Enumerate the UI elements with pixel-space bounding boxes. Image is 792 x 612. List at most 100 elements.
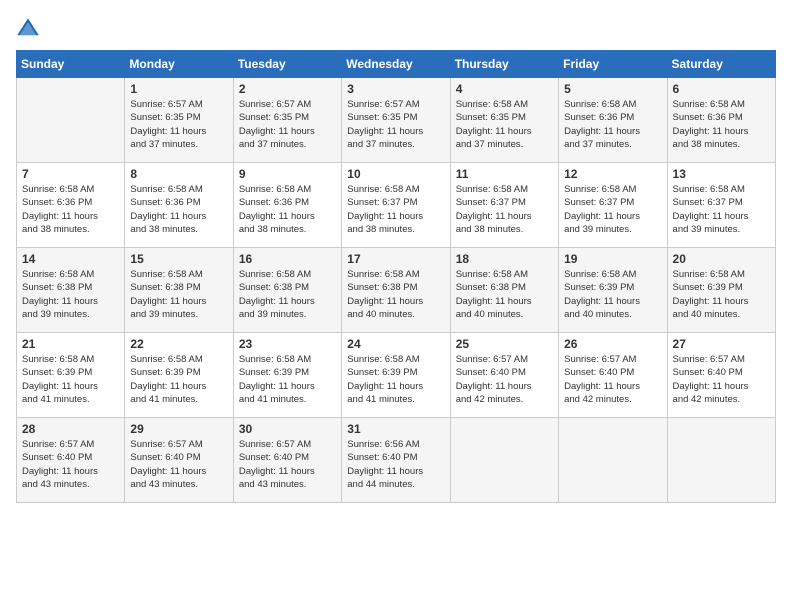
calendar-cell: 14 Sunrise: 6:58 AM Sunset: 6:38 PM Dayli… <box>17 248 125 333</box>
calendar-cell <box>667 418 775 503</box>
day-info: Sunrise: 6:57 AM Sunset: 6:35 PM Dayligh… <box>347 98 444 151</box>
day-number: 12 <box>564 167 661 181</box>
header-tuesday: Tuesday <box>233 51 341 78</box>
calendar-cell: 24Sunrise: 6:58 AM Sunset: 6:39 PM Dayli… <box>342 333 450 418</box>
calendar-week-1: 1 Sunrise: 6:57 AM Sunset: 6:35 PM Daylig… <box>17 78 776 163</box>
day-number: 26 <box>564 337 661 351</box>
day-number: 9 <box>239 167 336 181</box>
calendar-cell: 2Sunrise: 6:57 AM Sunset: 6:35 PM Daylig… <box>233 78 341 163</box>
calendar-cell: 22 Sunrise: 6:58 AM Sunset: 6:39 PM Dayli… <box>125 333 233 418</box>
day-info: Sunrise: 6:58 AM Sunset: 6:35 PM Dayligh… <box>456 98 553 151</box>
day-number: 2 <box>239 82 336 96</box>
day-number: 1 <box>130 82 227 96</box>
day-info: Sunrise: 6:58 AM Sunset: 6:39 PM Dayligh… <box>22 353 119 406</box>
day-info: Sunrise: 6:56 AM Sunset: 6:40 PM Dayligh… <box>347 438 444 491</box>
calendar-cell: 5Sunrise: 6:58 AM Sunset: 6:36 PM Daylig… <box>559 78 667 163</box>
calendar-cell: 11Sunrise: 6:58 AM Sunset: 6:37 PM Dayli… <box>450 163 558 248</box>
day-info: Sunrise: 6:58 AM Sunset: 6:38 PM Dayligh… <box>130 268 227 321</box>
day-info: Sunrise: 6:58 AM Sunset: 6:38 PM Dayligh… <box>22 268 119 321</box>
day-number: 29 <box>130 422 227 436</box>
day-info: Sunrise: 6:57 AM Sunset: 6:40 PM Dayligh… <box>22 438 119 491</box>
calendar-cell: 29 Sunrise: 6:57 AM Sunset: 6:40 PM Dayli… <box>125 418 233 503</box>
day-number: 18 <box>456 252 553 266</box>
calendar-cell: 13Sunrise: 6:58 AM Sunset: 6:37 PM Dayli… <box>667 163 775 248</box>
header-wednesday: Wednesday <box>342 51 450 78</box>
day-number: 14 <box>22 252 119 266</box>
day-number: 27 <box>673 337 770 351</box>
day-info: Sunrise: 6:57 AM Sunset: 6:40 PM Dayligh… <box>456 353 553 406</box>
day-info: Sunrise: 6:58 AM Sunset: 6:38 PM Dayligh… <box>239 268 336 321</box>
day-number: 13 <box>673 167 770 181</box>
day-info: Sunrise: 6:58 AM Sunset: 6:37 PM Dayligh… <box>564 183 661 236</box>
day-info: Sunrise: 6:57 AM Sunset: 6:35 PM Dayligh… <box>130 98 227 151</box>
calendar-week-2: 7 Sunrise: 6:58 AM Sunset: 6:36 PM Daylig… <box>17 163 776 248</box>
day-number: 20 <box>673 252 770 266</box>
day-info: Sunrise: 6:58 AM Sunset: 6:36 PM Dayligh… <box>130 183 227 236</box>
day-info: Sunrise: 6:58 AM Sunset: 6:36 PM Dayligh… <box>673 98 770 151</box>
header-thursday: Thursday <box>450 51 558 78</box>
calendar-cell: 16 Sunrise: 6:58 AM Sunset: 6:38 PM Dayli… <box>233 248 341 333</box>
calendar-cell: 18Sunrise: 6:58 AM Sunset: 6:38 PM Dayli… <box>450 248 558 333</box>
calendar-week-3: 14 Sunrise: 6:58 AM Sunset: 6:38 PM Dayli… <box>17 248 776 333</box>
calendar-cell: 4 Sunrise: 6:58 AM Sunset: 6:35 PM Daylig… <box>450 78 558 163</box>
calendar-cell: 10Sunrise: 6:58 AM Sunset: 6:37 PM Dayli… <box>342 163 450 248</box>
calendar-cell: 28 Sunrise: 6:57 AM Sunset: 6:40 PM Dayli… <box>17 418 125 503</box>
calendar-cell: 23 Sunrise: 6:58 AM Sunset: 6:39 PM Dayli… <box>233 333 341 418</box>
calendar-cell: 3 Sunrise: 6:57 AM Sunset: 6:35 PM Daylig… <box>342 78 450 163</box>
day-info: Sunrise: 6:58 AM Sunset: 6:38 PM Dayligh… <box>347 268 444 321</box>
header-saturday: Saturday <box>667 51 775 78</box>
day-number: 3 <box>347 82 444 96</box>
day-number: 21 <box>22 337 119 351</box>
header-friday: Friday <box>559 51 667 78</box>
calendar-cell: 15 Sunrise: 6:58 AM Sunset: 6:38 PM Dayli… <box>125 248 233 333</box>
day-info: Sunrise: 6:58 AM Sunset: 6:39 PM Dayligh… <box>564 268 661 321</box>
day-info: Sunrise: 6:58 AM Sunset: 6:36 PM Dayligh… <box>22 183 119 236</box>
header-monday: Monday <box>125 51 233 78</box>
day-info: Sunrise: 6:58 AM Sunset: 6:36 PM Dayligh… <box>239 183 336 236</box>
header-sunday: Sunday <box>17 51 125 78</box>
day-number: 23 <box>239 337 336 351</box>
calendar-cell <box>450 418 558 503</box>
day-info: Sunrise: 6:57 AM Sunset: 6:40 PM Dayligh… <box>673 353 770 406</box>
calendar-cell: 26 Sunrise: 6:57 AM Sunset: 6:40 PM Dayli… <box>559 333 667 418</box>
day-number: 8 <box>130 167 227 181</box>
calendar-week-5: 28 Sunrise: 6:57 AM Sunset: 6:40 PM Dayli… <box>17 418 776 503</box>
day-number: 4 <box>456 82 553 96</box>
day-number: 6 <box>673 82 770 96</box>
day-number: 22 <box>130 337 227 351</box>
logo <box>16 16 44 40</box>
day-number: 19 <box>564 252 661 266</box>
calendar-week-4: 21 Sunrise: 6:58 AM Sunset: 6:39 PM Dayli… <box>17 333 776 418</box>
calendar-cell: 25 Sunrise: 6:57 AM Sunset: 6:40 PM Dayli… <box>450 333 558 418</box>
day-info: Sunrise: 6:57 AM Sunset: 6:40 PM Dayligh… <box>239 438 336 491</box>
day-number: 15 <box>130 252 227 266</box>
calendar-cell: 12 Sunrise: 6:58 AM Sunset: 6:37 PM Dayli… <box>559 163 667 248</box>
day-info: Sunrise: 6:57 AM Sunset: 6:40 PM Dayligh… <box>564 353 661 406</box>
day-info: Sunrise: 6:58 AM Sunset: 6:39 PM Dayligh… <box>239 353 336 406</box>
calendar-cell: 7 Sunrise: 6:58 AM Sunset: 6:36 PM Daylig… <box>17 163 125 248</box>
day-number: 24 <box>347 337 444 351</box>
calendar-cell: 21 Sunrise: 6:58 AM Sunset: 6:39 PM Dayli… <box>17 333 125 418</box>
calendar-cell: 1 Sunrise: 6:57 AM Sunset: 6:35 PM Daylig… <box>125 78 233 163</box>
day-info: Sunrise: 6:57 AM Sunset: 6:40 PM Dayligh… <box>130 438 227 491</box>
page-header <box>16 16 776 40</box>
calendar-table: SundayMondayTuesdayWednesdayThursdayFrid… <box>16 50 776 503</box>
calendar-cell <box>559 418 667 503</box>
calendar-cell: 20 Sunrise: 6:58 AM Sunset: 6:39 PM Dayli… <box>667 248 775 333</box>
calendar-cell: 8 Sunrise: 6:58 AM Sunset: 6:36 PM Daylig… <box>125 163 233 248</box>
day-number: 16 <box>239 252 336 266</box>
day-number: 25 <box>456 337 553 351</box>
calendar-cell: 9 Sunrise: 6:58 AM Sunset: 6:36 PM Daylig… <box>233 163 341 248</box>
logo-icon <box>16 16 40 40</box>
day-info: Sunrise: 6:58 AM Sunset: 6:39 PM Dayligh… <box>673 268 770 321</box>
calendar-cell: 17 Sunrise: 6:58 AM Sunset: 6:38 PM Dayli… <box>342 248 450 333</box>
day-number: 30 <box>239 422 336 436</box>
day-number: 17 <box>347 252 444 266</box>
calendar-cell: 27 Sunrise: 6:57 AM Sunset: 6:40 PM Dayli… <box>667 333 775 418</box>
day-info: Sunrise: 6:58 AM Sunset: 6:37 PM Dayligh… <box>456 183 553 236</box>
calendar-cell: 30 Sunrise: 6:57 AM Sunset: 6:40 PM Dayli… <box>233 418 341 503</box>
day-info: Sunrise: 6:58 AM Sunset: 6:39 PM Dayligh… <box>130 353 227 406</box>
day-number: 28 <box>22 422 119 436</box>
calendar-cell: 31Sunrise: 6:56 AM Sunset: 6:40 PM Dayli… <box>342 418 450 503</box>
day-number: 7 <box>22 167 119 181</box>
